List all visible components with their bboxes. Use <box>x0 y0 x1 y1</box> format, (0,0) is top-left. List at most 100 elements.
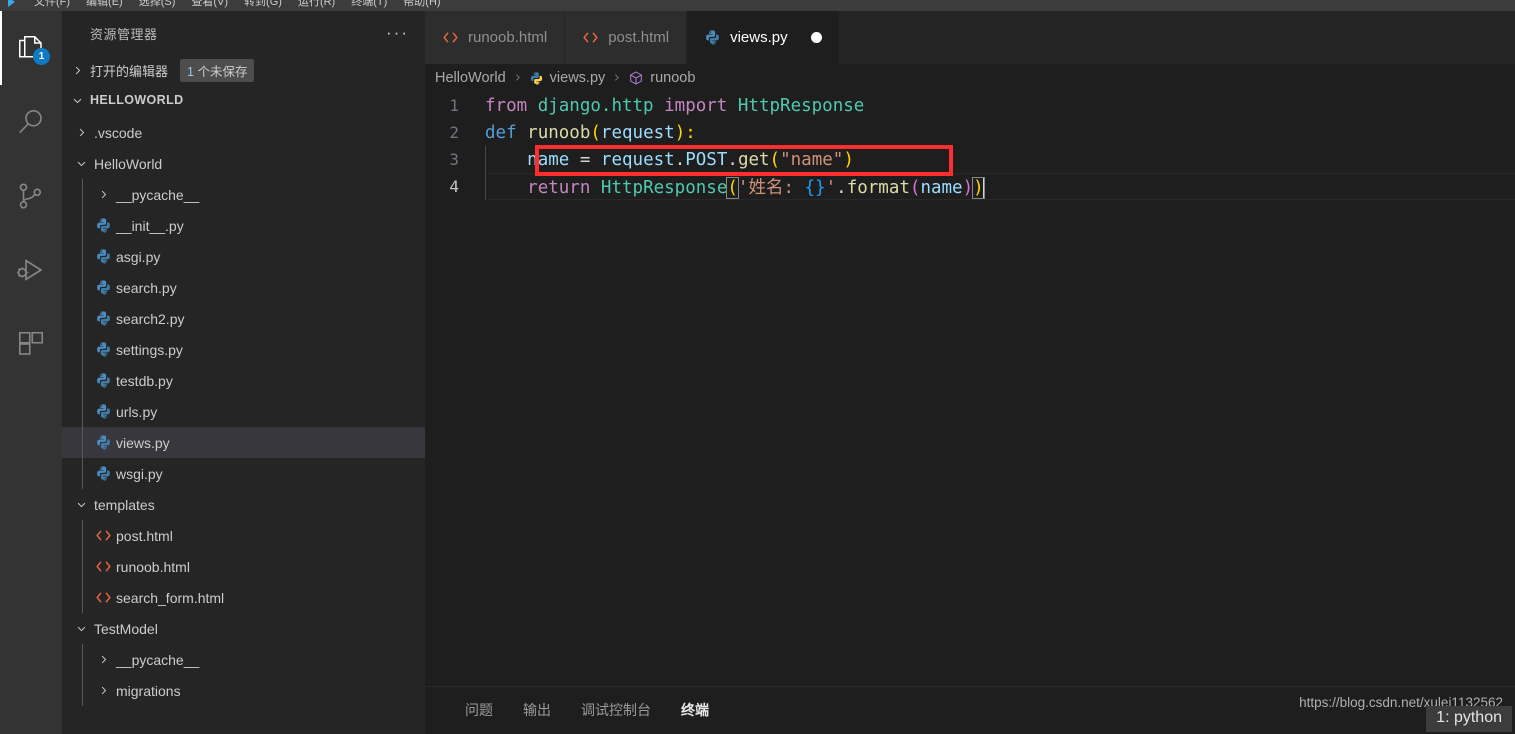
tok-def: def <box>485 122 528 143</box>
tree-row-wsgi-py[interactable]: wsgi.py <box>62 458 425 489</box>
panel-tab-1[interactable]: 输出 <box>523 700 551 722</box>
tok-dot-3: . <box>836 178 847 198</box>
indent-guide <box>82 365 83 396</box>
panel-tab-2[interactable]: 调试控制台 <box>581 700 651 722</box>
tree-row-urls-py[interactable]: urls.py <box>62 396 425 427</box>
breadcrumb-project-label: HelloWorld <box>435 70 506 86</box>
tree-row-label: templates <box>94 496 155 513</box>
tree-row---pycache--[interactable]: __pycache__ <box>62 179 425 210</box>
panel-tab-3[interactable]: 终端 <box>681 700 709 722</box>
tree-row-label: migrations <box>116 682 181 699</box>
tree-row--vscode[interactable]: .vscode <box>62 117 425 148</box>
source-control-icon <box>19 183 42 209</box>
menu-item-go[interactable]: 转到(G) <box>236 0 290 9</box>
panel-tab-0[interactable]: 问题 <box>465 700 493 722</box>
menu-item-edit[interactable]: 编辑(E) <box>78 0 131 9</box>
tok-paren-close-3: ) <box>843 149 854 170</box>
tree-row-settings-py[interactable]: settings.py <box>62 334 425 365</box>
unsaved-dot-icon[interactable] <box>810 32 822 43</box>
tree-row-label: wsgi.py <box>116 465 163 482</box>
tree-row-post-html[interactable]: post.html <box>62 520 425 551</box>
html-icon <box>92 528 114 543</box>
activity-bar-item-explorer[interactable]: 1 <box>0 11 62 85</box>
code-line-1-text: from django.http import HttpResponse <box>485 96 864 116</box>
python-icon <box>96 280 110 295</box>
unsaved-badge: 1 个未保存 <box>180 58 255 82</box>
menu-item-select[interactable]: 选择(S) <box>131 0 184 9</box>
python-icon <box>96 466 110 481</box>
file-tree: .vscode HelloWorld __pycache__ __init__.pya… <box>62 115 425 706</box>
menu-item-file[interactable]: 文件(F) <box>26 0 78 9</box>
breadcrumb-item-project[interactable]: HelloWorld <box>435 70 506 86</box>
editor-tab-label: runoob.html <box>468 29 548 46</box>
python-icon <box>96 435 110 450</box>
activity-bar-item-run-debug[interactable] <box>0 233 62 307</box>
tree-row-views-py[interactable]: views.py <box>62 427 425 458</box>
tree-row-search-py[interactable]: search.py <box>62 272 425 303</box>
chevron-right-icon <box>101 655 106 664</box>
tree-row-templates[interactable]: templates <box>62 489 425 520</box>
activity-bar-item-source-control[interactable] <box>0 159 62 233</box>
tree-row-label: HelloWorld <box>94 155 163 172</box>
explorer-badge: 1 <box>33 48 50 65</box>
python-icon <box>704 29 721 46</box>
tree-row---pycache--[interactable]: __pycache__ <box>62 644 425 675</box>
code-editor[interactable]: 1 from django.http import HttpResponse 2… <box>425 92 1515 687</box>
line-number-1: 1 <box>449 96 459 115</box>
unsaved-count: 1 <box>187 64 194 79</box>
tree-row-search-form-html[interactable]: search_form.html <box>62 582 425 613</box>
menu-item-terminal[interactable]: 终端(T) <box>343 0 395 9</box>
tree-row-asgi-py[interactable]: asgi.py <box>62 241 425 272</box>
tree-row-label: __pycache__ <box>116 186 200 203</box>
indent-guide <box>82 675 83 706</box>
terminal-selector[interactable]: 1: python <box>1426 706 1512 732</box>
section-open-editors[interactable]: 打开的编辑器 1 个未保存 <box>62 55 425 85</box>
breadcrumb-item-symbol[interactable]: runoob <box>628 70 695 86</box>
tree-row-migrations[interactable]: migrations <box>62 675 425 706</box>
indent-guide <box>82 644 83 675</box>
tree-row-label: views.py <box>116 434 170 451</box>
tree-row-testdb-py[interactable]: testdb.py <box>62 365 425 396</box>
editor-tab-runoob-html[interactable]: runoob.html <box>425 11 566 64</box>
editor-tab-post-html[interactable]: post.html <box>565 11 688 64</box>
tree-row-testmodel[interactable]: TestModel <box>62 613 425 644</box>
tree-row-runoob-html[interactable]: runoob.html <box>62 551 425 582</box>
tree-row-label: .vscode <box>94 124 143 141</box>
section-workspace-root[interactable]: HELLOWORLD <box>62 85 425 115</box>
activity-bar-item-search[interactable] <box>0 85 62 159</box>
tree-row-search2-py[interactable]: search2.py <box>62 303 425 334</box>
tree-row---init---py[interactable]: __init__.py <box>62 210 425 241</box>
menu-item-run[interactable]: 运行(R) <box>290 0 343 9</box>
workspace-root-label: HELLOWORLD <box>90 93 184 107</box>
python-icon <box>92 310 114 327</box>
python-icon <box>92 217 114 234</box>
chevron-down-icon <box>77 502 85 508</box>
chevron-right-icon <box>70 63 84 77</box>
python-icon <box>96 342 110 357</box>
line-number-2: 2 <box>449 123 459 142</box>
menu-item-help[interactable]: 帮助(H) <box>395 0 448 9</box>
indent-guide <box>82 427 83 458</box>
chevron-right-icon <box>101 190 106 199</box>
chevron-down-icon <box>70 623 92 634</box>
explorer-sidebar: 资源管理器 ··· 打开的编辑器 1 个未保存 HELLOWORLD .vsco… <box>62 11 425 734</box>
tok-paren-open-3: ( <box>769 149 781 170</box>
menu-item-view[interactable]: 查看(V) <box>183 0 236 9</box>
menu-bar: 文件(F) 编辑(E) 选择(S) 查看(V) 转到(G) 运行(R) 终端(T… <box>0 0 1515 11</box>
code-line-2-text: def runoob(request): <box>485 123 696 143</box>
breadcrumb-item-file[interactable]: views.py <box>529 70 605 86</box>
tree-row-label: TestModel <box>94 620 158 637</box>
tree-row-helloworld[interactable]: HelloWorld <box>62 148 425 179</box>
breadcrumb-separator-icon-2 <box>612 71 621 86</box>
editor-tab-views-py[interactable]: views.py <box>687 11 840 64</box>
more-actions-icon[interactable]: ··· <box>386 24 409 41</box>
tok-param: request <box>600 122 675 143</box>
tree-row-label: testdb.py <box>116 372 173 389</box>
indent-guide <box>82 520 83 551</box>
tok-import: import <box>653 95 738 116</box>
tree-row-label: asgi.py <box>116 248 161 265</box>
activity-bar-item-extensions[interactable] <box>0 307 62 381</box>
run-debug-icon <box>17 259 43 281</box>
chevron-down-icon <box>70 158 92 169</box>
chevron-down-icon <box>70 93 84 107</box>
